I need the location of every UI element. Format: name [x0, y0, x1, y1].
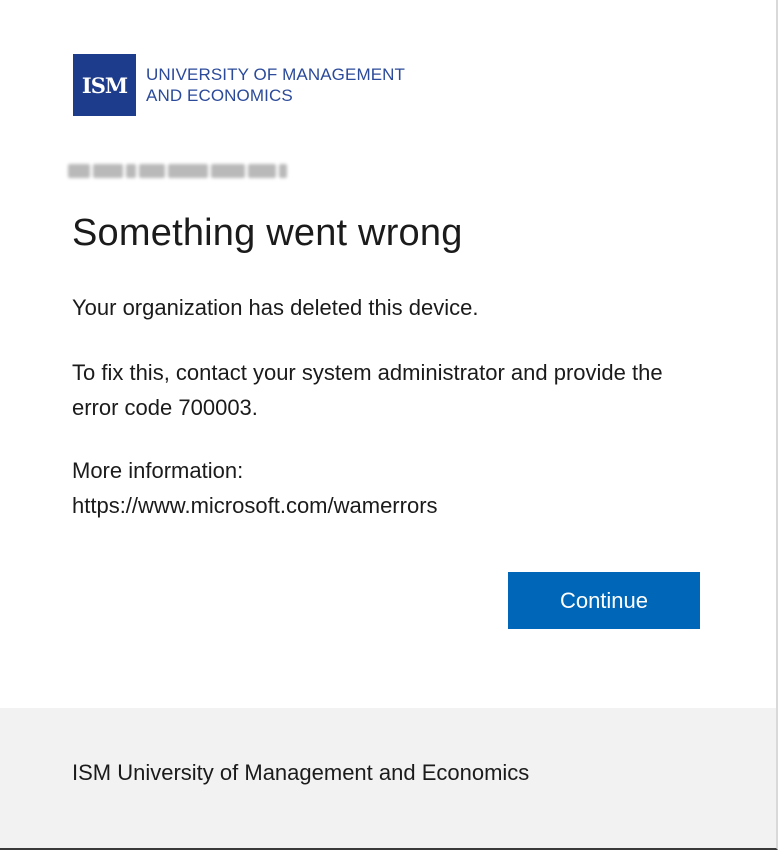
- error-message: Your organization has deleted this devic…: [72, 295, 479, 320]
- blurred-account-identifier: [68, 158, 300, 184]
- footer: ISM University of Management and Economi…: [0, 708, 776, 848]
- organization-logo: ISM UNIVERSITY OF MANAGEMENT AND ECONOMI…: [73, 54, 405, 116]
- more-information: More information: https://www.microsoft.…: [72, 453, 438, 523]
- error-instruction: To fix this, contact your system adminis…: [72, 360, 663, 420]
- more-information-url: https://www.microsoft.com/wamerrors: [72, 493, 438, 518]
- logo-text-line-2: AND ECONOMICS: [146, 86, 293, 105]
- logo-text-line-1: UNIVERSITY OF MANAGEMENT: [146, 65, 406, 84]
- page-title: Something went wrong: [72, 212, 463, 254]
- more-information-label: More information:: [72, 458, 244, 483]
- organization-name-logo-text: UNIVERSITY OF MANAGEMENT AND ECONOMICS: [146, 64, 405, 106]
- footer-organization-name: ISM University of Management and Economi…: [72, 760, 530, 785]
- error-dialog: ISM UNIVERSITY OF MANAGEMENT AND ECONOMI…: [0, 0, 778, 850]
- continue-button[interactable]: Continue: [508, 572, 700, 629]
- ism-logo-mark: ISM: [73, 54, 136, 116]
